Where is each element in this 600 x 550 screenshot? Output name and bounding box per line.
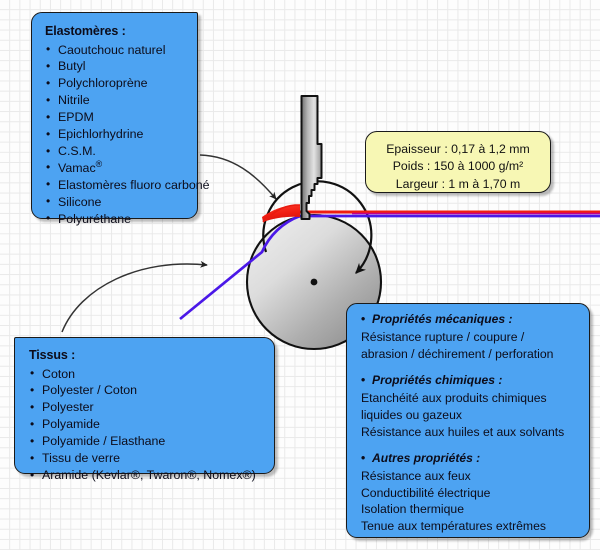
dimension-line: Poids : 150 à 1000 g/m²	[392, 159, 524, 174]
tissus-list: CotonPolyester / CotonPolyesterPolyamide…	[29, 365, 266, 484]
property-line: Résistance aux feux	[361, 469, 471, 484]
elastomere-item: Polychloroprène	[45, 75, 189, 92]
elastomere-item: Polyuréthane	[45, 210, 189, 228]
callout-proprietes: Propriétés mécaniques :Résistance ruptur…	[346, 303, 590, 538]
property-group-heading: Autres propriétés :	[361, 451, 581, 467]
arrow-fabric-to-web	[61, 260, 208, 333]
dimension-line: Largeur : 1 m à 1,70 m	[395, 176, 521, 191]
registered-mark: ®	[95, 158, 103, 169]
elastomere-item: Caoutchouc naturel	[45, 41, 189, 59]
callout-elastomeres: Elastomères : Caoutchouc naturelButylPol…	[31, 12, 210, 227]
elastomere-item: C.S.M.	[45, 143, 189, 160]
elastomere-item: Vamac®	[45, 158, 189, 177]
callout-dimensions: Epaisseur : 0,17 à 1,2 mm Poids : 150 à 1…	[365, 131, 551, 193]
tissu-item: Polyester / Coton	[29, 382, 266, 399]
property-line: Etanchéité aux produits chimiques	[361, 391, 547, 406]
proprietes-groups: Propriétés mécaniques :Résistance ruptur…	[361, 312, 581, 535]
diagram-stage: Elastomères : Caoutchouc naturelButylPol…	[0, 0, 600, 550]
property-group-heading: Propriétés chimiques :	[361, 373, 581, 389]
property-line: abrasion / déchirement / perforation	[361, 346, 554, 361]
tissu-item: Polyamide	[29, 416, 266, 433]
property-line: Tenue aux températures extrêmes	[361, 519, 546, 534]
elastomere-item: Epichlorhydrine	[45, 126, 189, 143]
tissu-item: Aramide (Kevlar®, Twaron®, Nomex®)	[29, 467, 266, 484]
elastomeres-list: Caoutchouc naturelButylPolychloroprèneNi…	[45, 41, 210, 228]
property-line: Résistance rupture / coupure /	[361, 329, 525, 344]
tissu-item: Coton	[29, 365, 266, 383]
dimensions-lines: Epaisseur : 0,17 à 1,2 mm Poids : 150 à 1…	[366, 141, 550, 193]
elastomere-item: Butyl	[45, 58, 189, 75]
elastomere-item: EPDM	[45, 109, 189, 126]
property-group: Propriétés mécaniques :Résistance ruptur…	[361, 312, 581, 362]
tissu-item: Polyester	[29, 399, 266, 416]
property-line: liquides ou gazeux	[361, 407, 462, 422]
roller-axis-dot	[310, 278, 318, 286]
property-line: Résistance aux huiles et aux solvants	[361, 424, 565, 439]
callout-tissus: Tissus : CotonPolyester / CotonPolyester…	[14, 337, 275, 483]
elastomere-item: Nitrile	[45, 92, 189, 109]
doctor-blade	[300, 95, 323, 220]
property-line: Isolation thermique	[361, 502, 464, 517]
elastomeres-title: Elastomères :	[45, 24, 126, 38]
property-group-heading: Propriétés mécaniques :	[361, 312, 581, 328]
property-line: Conductibilité électrique	[361, 485, 491, 500]
arrow-elastomer-to-rubber	[199, 154, 277, 200]
property-group: Autres propriétés : Résistance aux feuxCo…	[361, 451, 581, 535]
elastomere-item: Silicone	[45, 193, 189, 211]
elastomere-item: Elastomères fluoro carboné	[45, 176, 210, 194]
property-group: Propriétés chimiques : Etanchéité aux pro…	[361, 373, 581, 440]
tissu-item: Polyamide / Elasthane	[29, 433, 266, 450]
tissu-item: Tissu de verre	[29, 450, 266, 467]
tissus-title: Tissus :	[29, 348, 76, 362]
dimension-line: Epaisseur : 0,17 à 1,2 mm	[386, 142, 530, 156]
